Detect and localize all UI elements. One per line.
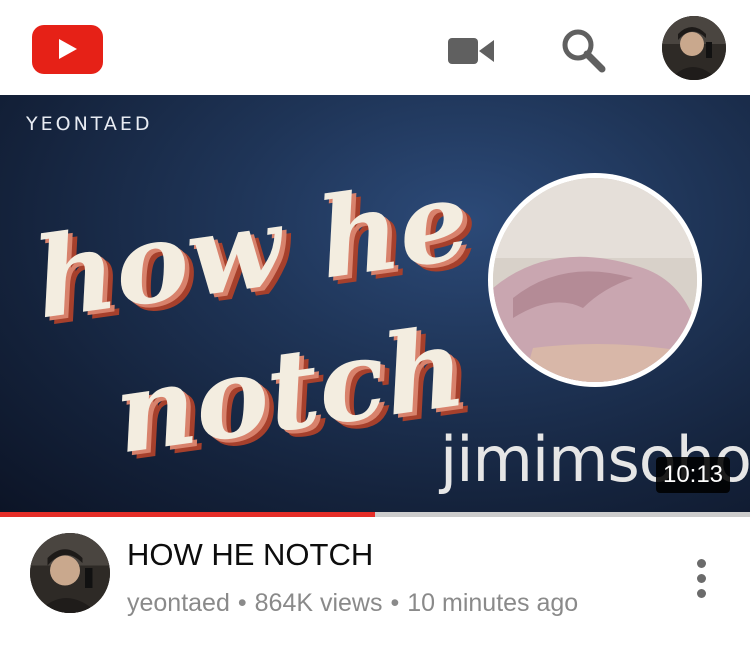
- top-app-bar: [0, 0, 750, 95]
- video-camera-icon[interactable]: [448, 36, 494, 66]
- thumbnail-title-art: how he notch: [20, 155, 490, 505]
- channel-name[interactable]: yeontaed: [127, 589, 230, 617]
- video-metadata: yeontaed • 864K views • 10 minutes ago: [127, 589, 578, 618]
- account-avatar[interactable]: [662, 16, 726, 80]
- upload-age: 10 minutes ago: [407, 589, 579, 617]
- circle-photo-image: [493, 178, 697, 382]
- avatar-photo: [662, 16, 726, 80]
- thumbnail-circle-photo: [488, 173, 702, 387]
- video-thumbnail[interactable]: YEONTAED how he notch jimimsohok 10:13: [0, 95, 750, 513]
- thumbnail-channel-watermark: YEONTAED: [26, 113, 153, 135]
- youtube-play-icon: [59, 39, 77, 59]
- view-count: 864K views: [254, 589, 383, 617]
- separator-dot: •: [237, 589, 247, 617]
- more-options-icon[interactable]: [690, 559, 714, 599]
- video-title[interactable]: HOW HE NOTCH: [127, 537, 373, 573]
- youtube-logo[interactable]: [32, 25, 103, 74]
- duration-badge: 10:13: [656, 457, 730, 493]
- title-art-line2: notch: [106, 301, 473, 479]
- channel-avatar-photo: [30, 533, 110, 613]
- separator-dot: •: [390, 589, 400, 617]
- video-details[interactable]: HOW HE NOTCH yeontaed • 864K views • 10 minu…: [0, 517, 750, 651]
- search-icon[interactable]: [560, 27, 606, 73]
- channel-avatar[interactable]: [30, 533, 110, 613]
